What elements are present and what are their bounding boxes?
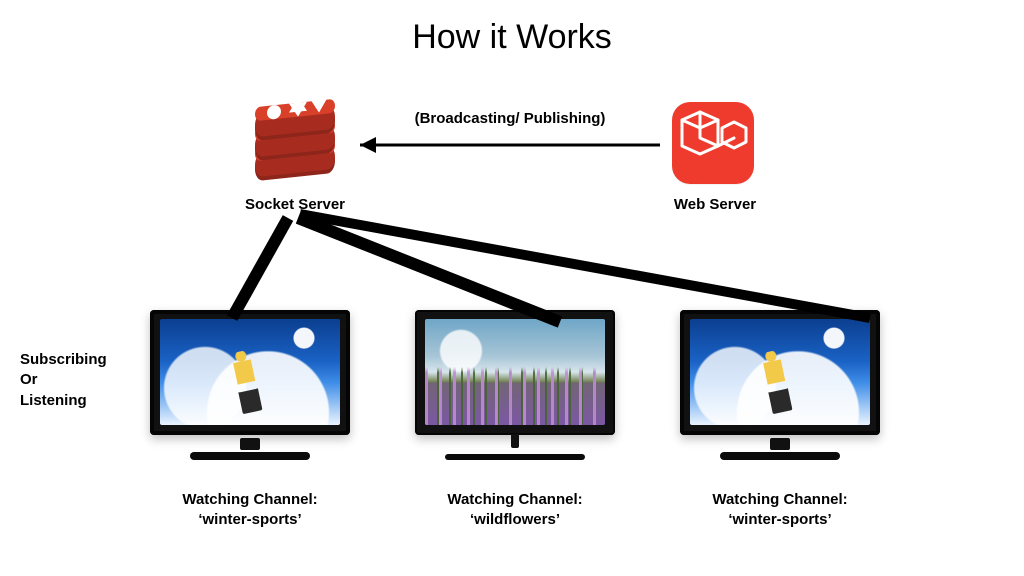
caption-line: ‘winter-sports’: [670, 510, 890, 530]
subscribing-line: Subscribing: [20, 350, 140, 370]
laravel-icon: [672, 102, 754, 184]
tv-screen: [425, 319, 605, 425]
subscribing-line: Or: [20, 370, 140, 390]
tv-bezel: [150, 310, 350, 435]
socket-server-label: Socket Server: [230, 196, 360, 213]
subscribing-label: Subscribing Or Listening: [20, 350, 140, 411]
tv-screen: [160, 319, 340, 425]
caption-line: Watching Channel:: [140, 490, 360, 510]
client-caption-3: Watching Channel: ‘winter-sports’: [670, 490, 890, 531]
subscribing-line: Listening: [20, 391, 140, 411]
caption-line: Watching Channel:: [670, 490, 890, 510]
tv-stand: [720, 442, 840, 460]
tv-bezel: [415, 310, 615, 435]
client-caption-2: Watching Channel: ‘wildflowers’: [405, 490, 625, 531]
client-tv-3: [680, 310, 880, 460]
caption-line: Watching Channel:: [405, 490, 625, 510]
tv-screen: [690, 319, 870, 425]
page-title: How it Works: [0, 18, 1024, 57]
tv-stand: [455, 442, 575, 460]
tv-stand: [190, 442, 310, 460]
diagram-stage: How it Works Socket Server Web Server (B…: [0, 0, 1024, 576]
broadcasting-label: (Broadcasting/ Publishing): [370, 110, 650, 127]
tv-bezel: [680, 310, 880, 435]
redis-icon: [255, 105, 335, 180]
caption-line: ‘wildflowers’: [405, 510, 625, 530]
client-tv-2: [415, 310, 615, 460]
client-caption-1: Watching Channel: ‘winter-sports’: [140, 490, 360, 531]
client-tv-1: [150, 310, 350, 460]
caption-line: ‘winter-sports’: [140, 510, 360, 530]
web-server-label: Web Server: [660, 196, 770, 213]
